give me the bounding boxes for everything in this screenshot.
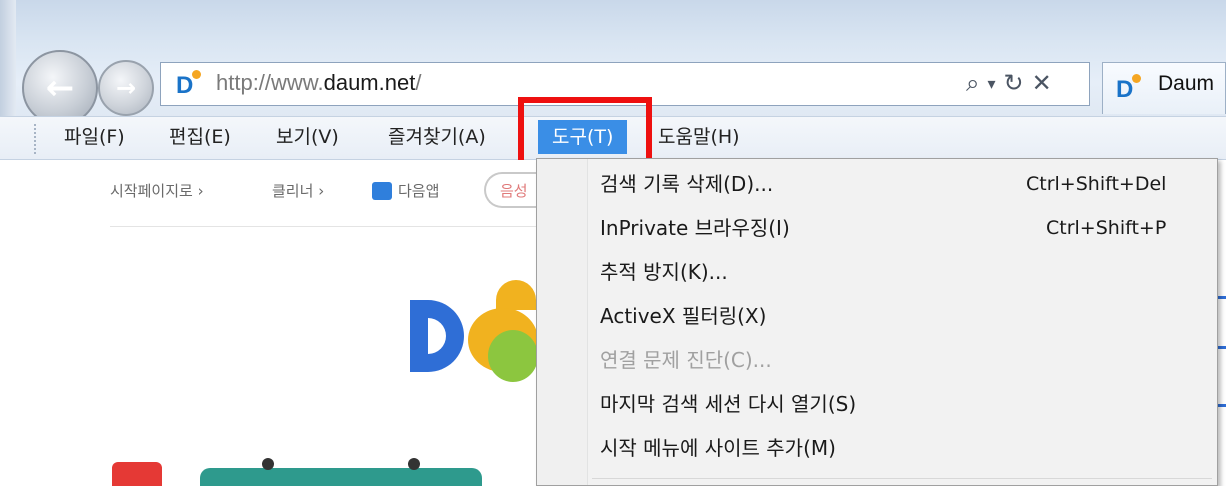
tab-favicon-icon: D: [1116, 74, 1142, 103]
tab-title: Daum: [1158, 72, 1215, 95]
menu-item-activex-filtering[interactable]: ActiveX 필터링(X): [600, 296, 766, 336]
chevron-right-icon: ›: [318, 182, 325, 200]
daum-app-link[interactable]: 다음앱: [398, 180, 439, 201]
daum-app-icon: [372, 182, 392, 200]
menu-edit[interactable]: 편집(E): [165, 120, 235, 154]
menu-item-delete-history[interactable]: 검색 기록 삭제(D)...: [600, 164, 773, 204]
thumbnail-detail: [262, 458, 274, 470]
menu-help[interactable]: 도움말(H): [654, 120, 744, 154]
url-suffix: /: [415, 70, 422, 95]
url-text[interactable]: http://www.daum.net/: [216, 68, 421, 98]
address-bar-controls: ⌕ ▾ ↻ ✕: [966, 66, 1052, 100]
thumbnail-detail: [408, 458, 420, 470]
shortcut-inprivate: Ctrl+Shift+P: [1046, 217, 1167, 239]
forward-arrow-icon: →: [115, 74, 137, 102]
menu-favorites[interactable]: 즐겨찾기(A): [384, 120, 490, 154]
cleaner-link[interactable]: 클리너 ›: [272, 180, 324, 201]
menu-item-add-to-start-menu[interactable]: 시작 메뉴에 사이트 추가(M): [600, 428, 836, 468]
menu-item-reopen-session[interactable]: 마지막 검색 세션 다시 열기(S): [600, 384, 856, 424]
stop-icon[interactable]: ✕: [1032, 69, 1052, 97]
shortcut-delete-history: Ctrl+Shift+Del: [1026, 173, 1167, 195]
back-arrow-icon: ←: [45, 68, 75, 108]
menu-item-inprivate[interactable]: InPrivate 브라우징(I): [600, 208, 790, 248]
daum-favicon-icon: D: [176, 70, 202, 99]
refresh-icon[interactable]: ↻: [1003, 69, 1023, 97]
back-button[interactable]: ←: [22, 50, 98, 126]
search-icon[interactable]: ⌕: [966, 69, 979, 97]
menu-view[interactable]: 보기(V): [272, 120, 343, 154]
content-divider: [110, 226, 540, 227]
voice-search-label: 음성: [500, 182, 528, 200]
menu-icon-gutter: [537, 159, 588, 485]
thumbnail-image[interactable]: [112, 462, 162, 486]
start-page-label: 시작페이지로: [110, 182, 193, 200]
menu-file[interactable]: 파일(F): [60, 120, 129, 154]
menu-item-diagnose-connection: 연결 문제 진단(C)...: [600, 348, 772, 372]
url-prefix: http://www.: [216, 70, 324, 95]
menu-item-tracking-protection[interactable]: 추적 방지(K)...: [600, 252, 728, 292]
thumbnail-image[interactable]: [200, 468, 482, 486]
chevron-right-icon: ›: [197, 182, 204, 200]
menubar-grip[interactable]: [34, 124, 39, 154]
url-domain: daum.net: [323, 70, 416, 95]
chevron-down-icon[interactable]: ▾: [987, 74, 995, 93]
forward-button[interactable]: →: [98, 60, 154, 116]
menu-separator: [592, 478, 1212, 479]
start-page-link[interactable]: 시작페이지로 ›: [110, 180, 204, 201]
cleaner-label: 클리너: [272, 182, 314, 200]
daum-logo-piece: [488, 330, 538, 382]
